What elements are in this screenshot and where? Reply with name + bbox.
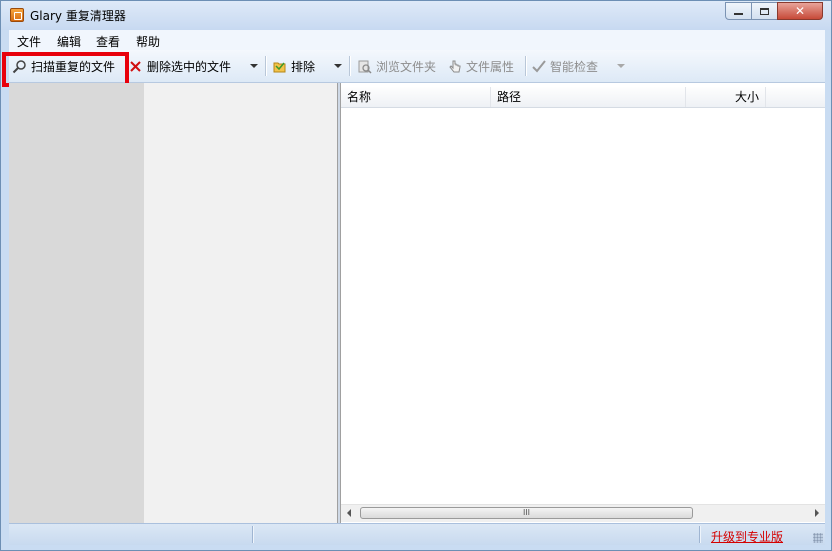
toolbar-separator (265, 56, 267, 76)
exclude-dropdown-chevron-icon[interactable] (334, 64, 342, 68)
minimize-button[interactable] (725, 2, 752, 20)
maximize-button[interactable] (751, 2, 778, 20)
app-logo-icon (10, 8, 24, 22)
menu-help[interactable]: 帮助 (136, 33, 160, 50)
smart-check-dropdown-chevron-icon[interactable] (617, 64, 625, 68)
checkmark-icon (531, 59, 546, 74)
exclude-label: 排除 (291, 59, 316, 74)
browse-folder-icon (357, 59, 372, 74)
window-title: Glary 重复清理器 (30, 9, 126, 23)
minimize-icon (734, 13, 743, 15)
browse-folder-label: 浏览文件夹 (376, 59, 437, 74)
app-window: Glary 重复清理器 ✕ 文件 编辑 查看 帮助 扫描重复的文件 删除选中的文… (0, 0, 832, 551)
left-strip (9, 83, 144, 523)
toolbar: 扫描重复的文件 删除选中的文件 排除 浏览文件夹 文件属性 智能检查 (9, 50, 825, 83)
list-column-header: 名称 路径 大小 (341, 87, 825, 108)
menu-bar: 文件 编辑 查看 帮助 (9, 30, 825, 50)
hand-pointer-icon (447, 59, 462, 74)
column-name[interactable]: 名称 (341, 87, 491, 107)
title-bar[interactable]: Glary 重复清理器 ✕ (1, 1, 831, 30)
delete-dropdown-chevron-icon[interactable] (250, 64, 258, 68)
delete-x-icon (128, 59, 143, 74)
scroll-right-icon[interactable] (815, 509, 819, 517)
toolbar-separator (525, 56, 527, 76)
status-bar: 升级到专业版 (9, 523, 825, 545)
resize-grip-icon[interactable] (813, 533, 823, 543)
exclude-button[interactable]: 排除 (272, 50, 315, 82)
menu-edit[interactable]: 编辑 (57, 33, 81, 50)
horizontal-scrollbar[interactable]: III (341, 504, 825, 522)
delete-selected-button[interactable]: 删除选中的文件 (128, 50, 231, 82)
delete-selected-label: 删除选中的文件 (147, 59, 232, 74)
file-properties-button[interactable]: 文件属性 (447, 50, 514, 82)
menu-view[interactable]: 查看 (96, 33, 120, 50)
column-size[interactable]: 大小 (686, 87, 766, 107)
menu-file[interactable]: 文件 (17, 33, 41, 50)
smart-check-label: 智能检查 (550, 59, 599, 74)
results-list[interactable]: 名称 路径 大小 III (340, 83, 825, 523)
maximize-icon (760, 7, 769, 15)
upgrade-link[interactable]: 升级到专业版 (711, 528, 783, 545)
browse-folder-button[interactable]: 浏览文件夹 (357, 50, 436, 82)
scrollbar-thumb[interactable]: III (360, 507, 693, 519)
file-properties-label: 文件属性 (466, 59, 515, 74)
scan-button-highlight-box (2, 52, 129, 87)
column-path[interactable]: 路径 (491, 87, 686, 107)
status-divider (699, 526, 701, 543)
scroll-left-icon[interactable] (347, 509, 351, 517)
folder-panel[interactable] (144, 83, 338, 523)
toolbar-separator (349, 56, 351, 76)
close-icon: ✕ (794, 4, 806, 18)
status-divider (252, 526, 254, 543)
exclude-folder-icon (272, 59, 287, 74)
close-button[interactable]: ✕ (777, 2, 823, 20)
smart-check-button[interactable]: 智能检查 (531, 50, 598, 82)
